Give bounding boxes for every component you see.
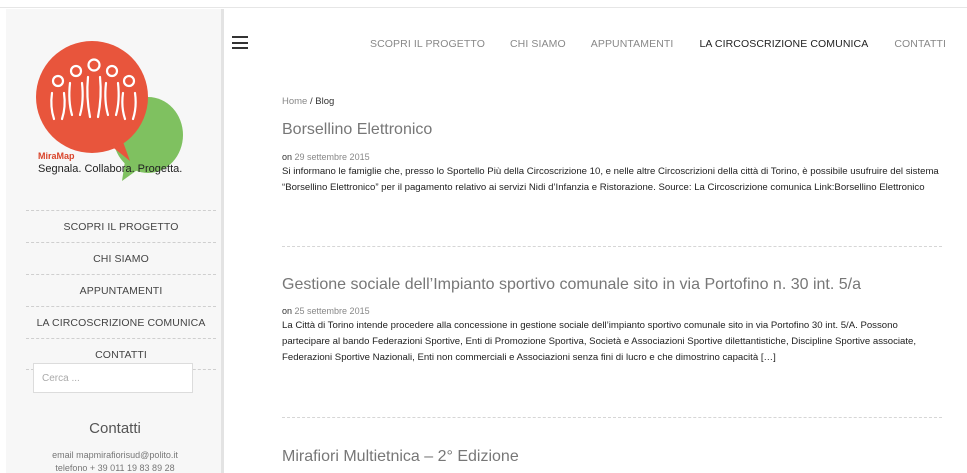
- post-divider: [282, 246, 942, 247]
- post-meta: on 25 settembre 2015: [282, 306, 370, 316]
- search-input[interactable]: [33, 363, 193, 393]
- sidebar-divider: [221, 9, 224, 473]
- hamburger-menu-icon[interactable]: [232, 36, 248, 49]
- contact-email[interactable]: email mapmirafiorisud@polito.it: [20, 450, 210, 460]
- post-title-gestione-sociale[interactable]: Gestione sociale dell’Impianto sportivo …: [282, 276, 861, 294]
- logo-brand-name: MiraMap: [38, 151, 75, 161]
- post-title-mirafiori-multietnica[interactable]: Mirafiori Multietnica – 2° Edizione: [282, 448, 519, 466]
- post-meta: on 29 settembre 2015: [282, 152, 370, 162]
- post-date[interactable]: 25 settembre 2015: [295, 306, 370, 316]
- topnav-item-la-circoscrizione-comunica[interactable]: LA CIRCOSCRIZIONE COMUNICA: [699, 38, 868, 50]
- sidebar: MiraMap Segnala. Collabora. Progetta. SC…: [6, 9, 221, 473]
- post-divider: [282, 417, 942, 418]
- window-top-edge: [0, 0, 967, 8]
- contatti-heading: Contatti: [89, 420, 141, 437]
- post-excerpt: La Città di Torino intende procedere all…: [282, 320, 917, 363]
- miramap-logo[interactable]: MiraMap Segnala. Collabora. Progetta.: [30, 35, 190, 185]
- post-title-borsellino[interactable]: Borsellino Elettronico: [282, 121, 432, 139]
- topnav-item-appuntamenti[interactable]: APPUNTAMENTI: [591, 38, 674, 50]
- sidebar-item-scopri-il-progetto[interactable]: SCOPRI IL PROGETTO: [26, 210, 216, 242]
- sidebar-nav: SCOPRI IL PROGETTO CHI SIAMO APPUNTAMENT…: [26, 210, 216, 370]
- topnav-item-contatti[interactable]: CONTATTI: [894, 38, 946, 50]
- topnav-item-chi-siamo[interactable]: CHI SIAMO: [510, 38, 566, 50]
- sidebar-item-la-circoscrizione-comunica[interactable]: LA CIRCOSCRIZIONE COMUNICA: [26, 306, 216, 338]
- breadcrumb-current: Blog: [315, 96, 335, 107]
- topnav-item-scopri-il-progetto[interactable]: SCOPRI IL PROGETTO: [370, 38, 485, 50]
- post-excerpt: Si informano le famiglie che, presso lo …: [282, 166, 939, 193]
- contact-phone: telefono + 39 011 19 83 89 28: [55, 463, 175, 473]
- post-meta-on: on: [282, 152, 293, 162]
- breadcrumb: Home / Blog: [282, 96, 334, 107]
- top-nav: SCOPRI IL PROGETTO CHI SIAMO APPUNTAMENT…: [370, 38, 946, 50]
- breadcrumb-home-link[interactable]: Home: [282, 96, 307, 107]
- logo-tagline: Segnala. Collabora. Progetta.: [38, 163, 183, 175]
- post-date[interactable]: 29 settembre 2015: [295, 152, 370, 162]
- sidebar-item-appuntamenti[interactable]: APPUNTAMENTI: [26, 274, 216, 306]
- post-meta-on: on: [282, 306, 293, 316]
- sidebar-item-chi-siamo[interactable]: CHI SIAMO: [26, 242, 216, 274]
